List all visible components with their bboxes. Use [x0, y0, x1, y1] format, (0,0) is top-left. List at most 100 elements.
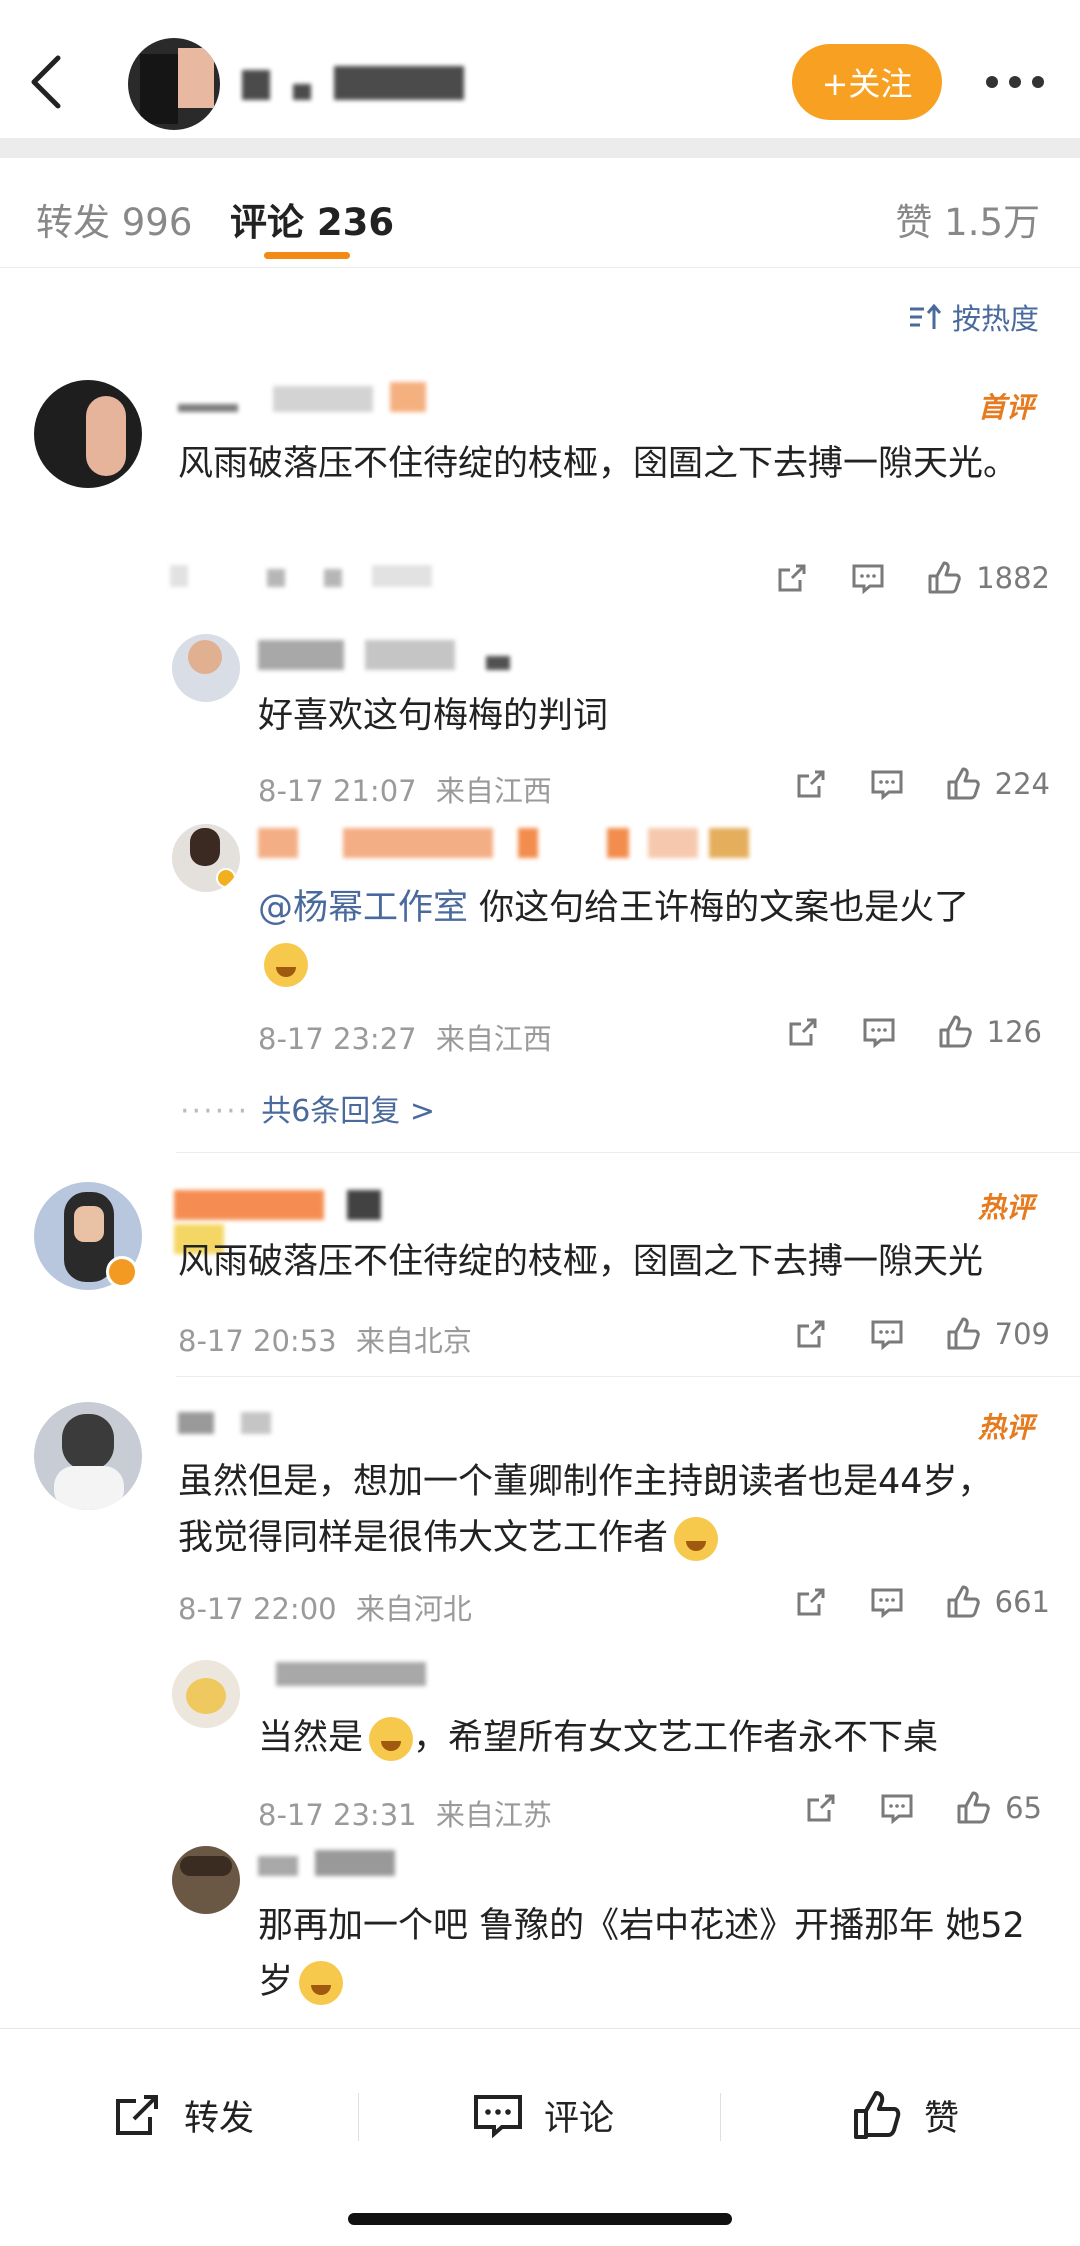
replier-name-redacted[interactable]: [276, 1662, 436, 1698]
mention-link[interactable]: @杨幂工作室: [258, 888, 468, 928]
comment-button[interactable]: 评论: [470, 2087, 614, 2143]
reply-location: 来自江苏: [435, 1798, 552, 1832]
reply-body-end: ，希望所有女文艺工作者永不下桌: [413, 1718, 939, 1758]
view-all-replies-link[interactable]: ······ 共6条回复 >: [180, 1086, 435, 1130]
like-count: 224: [994, 767, 1050, 801]
comment-divider: [176, 1152, 1080, 1153]
thumbs-up-icon: [947, 767, 980, 800]
comment-icon: [474, 2095, 522, 2139]
reply-body: 你这句给王许梅的文案也是火了: [468, 888, 970, 928]
commenter-name-redacted[interactable]: [178, 1412, 338, 1448]
reply-time: 8-17 23:27: [258, 1022, 417, 1056]
like-button[interactable]: 1882: [924, 558, 1050, 598]
crying-emoji-icon: [674, 1517, 719, 1561]
reply-text: 当然是 ，希望所有女文艺工作者永不下桌: [258, 1710, 1058, 1766]
active-tab-indicator: [264, 252, 350, 259]
reply-icon[interactable]: [859, 1012, 899, 1052]
hot-comment-badge: 热评: [978, 1191, 1035, 1224]
replier-name-redacted[interactable]: [258, 1850, 418, 1886]
reply-actions: 65: [765, 1788, 1042, 1828]
like-count: 661: [994, 1585, 1050, 1619]
reply-body-start: 当然是: [258, 1718, 364, 1758]
thumbs-up-icon: [854, 2091, 901, 2139]
author-name-redacted[interactable]: [242, 66, 468, 104]
like-button[interactable]: 赞: [850, 2087, 959, 2143]
reply-location: 来自江西: [435, 1022, 552, 1056]
thumbs-up-icon: [947, 1585, 980, 1618]
reply-time: 8-17 23:31: [258, 1798, 417, 1832]
commenter-avatar[interactable]: [34, 1402, 142, 1510]
reply-text: @杨幂工作室 你这句给王许梅的文案也是火了: [258, 880, 1048, 992]
comment-body: 虽然但是，想加一个董卿制作主持朗读者也是44岁，我觉得同样是很伟大文艺工作者: [178, 1462, 993, 1558]
reply-text: 好喜欢这句梅梅的判词: [258, 696, 609, 736]
comment-label: 评论: [544, 2098, 615, 2139]
sort-icon: [910, 303, 942, 329]
replier-avatar[interactable]: [172, 634, 240, 702]
comment-location: 来自河北: [355, 1592, 472, 1626]
reply-meta: 8-17 21:07 来自江西: [258, 768, 552, 810]
share-icon[interactable]: [791, 1314, 831, 1354]
reply-icon[interactable]: [867, 1314, 907, 1354]
hug-emoji-icon: [299, 1961, 344, 2005]
replier-avatar[interactable]: [172, 1660, 240, 1728]
tab-like[interactable]: 赞 1.5万: [895, 192, 1040, 246]
comment-text: 虽然但是，想加一个董卿制作主持朗读者也是44岁，我觉得同样是很伟大文艺工作者: [178, 1454, 1008, 1566]
more-options-icon[interactable]: [986, 62, 1044, 102]
replier-name-redacted[interactable]: [258, 640, 558, 676]
commenter-name-redacted[interactable]: [174, 1190, 434, 1254]
bottom-action-bar: 转发 评论 赞: [0, 2028, 1080, 2246]
sort-label: 按热度: [952, 302, 1040, 336]
repost-button[interactable]: 转发: [110, 2087, 254, 2143]
comment-divider: [176, 1376, 1080, 1377]
reply-icon[interactable]: [867, 1582, 907, 1622]
reply-meta: 8-17 23:27 来自江西: [258, 1016, 552, 1058]
replier-avatar[interactable]: [172, 824, 240, 892]
comment-location: 来自北京: [355, 1324, 472, 1358]
commenter-avatar[interactable]: [34, 380, 142, 488]
follow-button[interactable]: +关注: [792, 44, 942, 120]
share-icon[interactable]: [801, 1788, 841, 1828]
thumbs-up-icon: [939, 1015, 972, 1048]
comment-time: 8-17 20:53: [178, 1324, 337, 1358]
repost-icon: [116, 2095, 158, 2135]
like-button[interactable]: 65: [953, 1788, 1042, 1828]
verified-badge-icon: [106, 1256, 138, 1288]
reply-text: 那再加一个吧 鲁豫的《岩中花述》开播那年 她52岁: [258, 1898, 1038, 2010]
back-arrow-icon[interactable]: [26, 52, 66, 112]
share-icon[interactable]: [783, 1012, 823, 1052]
share-icon[interactable]: [772, 558, 812, 598]
replier-name-redacted[interactable]: [258, 828, 798, 864]
comment-time: 8-17 22:00: [178, 1592, 337, 1626]
reply-icon[interactable]: [867, 764, 907, 804]
thumbs-up-icon: [928, 561, 961, 594]
tab-repost[interactable]: 转发 996: [36, 192, 192, 246]
tab-comment[interactable]: 评论 236: [230, 192, 394, 246]
blushing-emoji-icon: [369, 1717, 414, 1761]
thumbs-up-icon: [957, 1791, 990, 1824]
reply-icon[interactable]: [877, 1788, 917, 1828]
like-button[interactable]: 709: [943, 1314, 1050, 1354]
like-count: 709: [994, 1317, 1050, 1351]
hug-emoji-icon: [264, 943, 308, 987]
repost-label: 转发: [184, 2098, 255, 2139]
bar-divider: [720, 2093, 721, 2141]
comment-meta: 8-17 20:53 来自北京: [178, 1318, 472, 1360]
replier-avatar[interactable]: [172, 1846, 240, 1914]
section-divider: [0, 138, 1080, 158]
share-icon[interactable]: [791, 764, 831, 804]
sort-toggle[interactable]: 按热度: [908, 296, 1039, 338]
hot-comment-badge: 热评: [978, 1411, 1035, 1444]
like-button[interactable]: 126: [935, 1012, 1042, 1052]
tab-bar: 转发 996 评论 236 赞 1.5万: [0, 158, 1080, 268]
like-count: 65: [1005, 1791, 1042, 1825]
reply-icon[interactable]: [848, 558, 888, 598]
like-button[interactable]: 661: [943, 1582, 1050, 1622]
reply-meta: 8-17 23:31 来自江苏: [258, 1792, 552, 1834]
dots-leader: ······: [180, 1094, 250, 1129]
like-button[interactable]: 224: [943, 764, 1050, 804]
share-icon[interactable]: [791, 1582, 831, 1622]
comment-actions: 1882: [736, 558, 1050, 598]
reply-location: 来自江西: [435, 774, 552, 808]
commenter-name-redacted[interactable]: [178, 382, 448, 418]
author-avatar[interactable]: [128, 38, 220, 130]
